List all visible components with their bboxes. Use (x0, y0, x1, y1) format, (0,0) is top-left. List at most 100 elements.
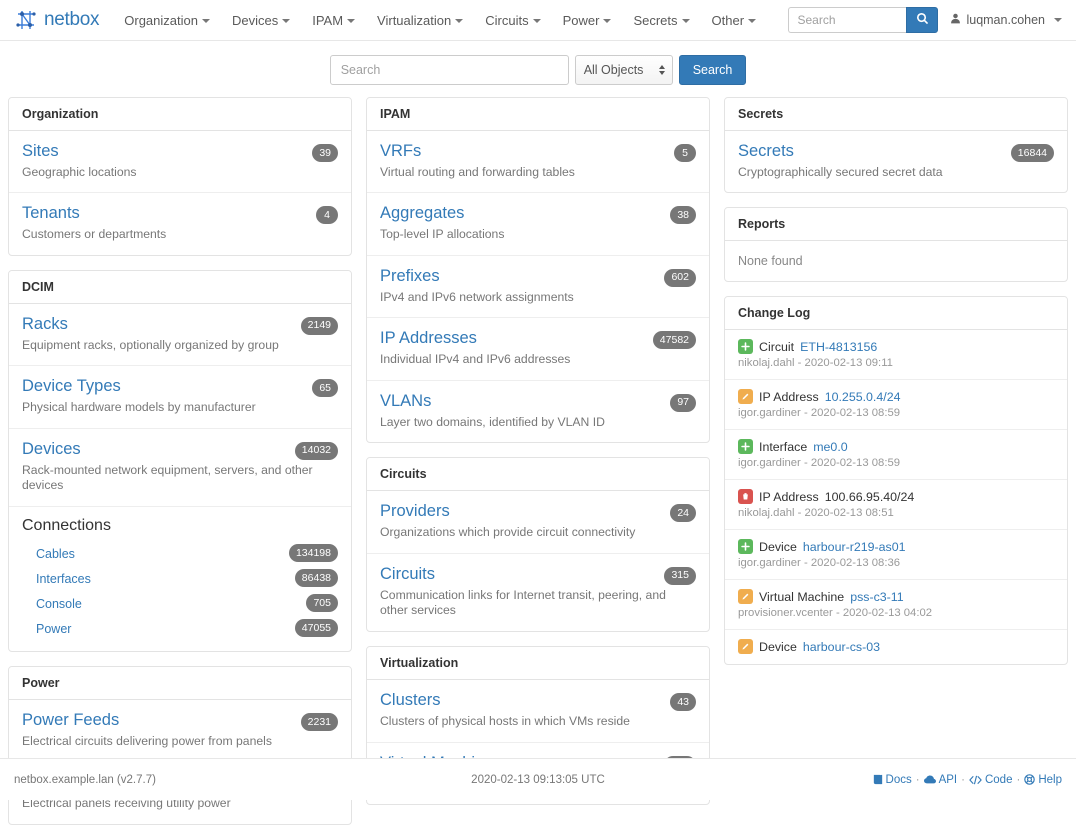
nav-item-circuits[interactable]: Circuits (474, 3, 551, 38)
list-item-circuits[interactable]: Circuits 315 Communication links for Int… (367, 554, 709, 631)
panel-power: Power Power Feeds 2231 Electrical circui… (8, 666, 352, 826)
brand-logo-link[interactable]: netbox (14, 8, 100, 32)
user-menu[interactable]: luqman.cohen (950, 13, 1066, 27)
footer-link-code[interactable]: Code (969, 774, 1012, 786)
link-interfaces[interactable]: Interfaces (36, 572, 91, 586)
footer-link-help[interactable]: Help (1024, 774, 1062, 786)
link-circuits[interactable]: Circuits (380, 564, 435, 585)
count-badge: 602 (664, 268, 696, 287)
list-item-racks[interactable]: Racks 2149 Equipment racks, optionally o… (9, 304, 351, 367)
list-item-power-feeds[interactable]: Power Feeds 2231 Electrical circuits del… (9, 700, 351, 763)
list-item-vrfs[interactable]: VRFs 5 Virtual routing and forwarding ta… (367, 131, 709, 194)
link-vrfs[interactable]: VRFs (380, 141, 421, 162)
change-log-entry[interactable]: Device harbour-cs-03 (725, 630, 1067, 664)
change-log-entry[interactable]: Circuit ETH-4813156 nikolaj.dahl - 2020-… (725, 330, 1067, 381)
plus-icon (738, 339, 753, 355)
list-item-cables[interactable]: Cables 134198 (22, 541, 338, 566)
change-log-object-link[interactable]: pss-c3-11 (850, 590, 903, 604)
change-log-object-link[interactable]: 10.255.0.4/24 (825, 390, 901, 404)
count-badge: 43 (670, 693, 696, 712)
change-log-object-link[interactable]: ETH-4813156 (800, 340, 877, 354)
change-log-meta: nikolaj.dahl - 2020-02-13 08:51 (738, 507, 894, 520)
link-secrets[interactable]: Secrets (738, 141, 794, 162)
item-description: Electrical circuits delivering power fro… (22, 733, 272, 748)
item-description: Customers or departments (22, 227, 167, 242)
plus-icon (738, 439, 753, 455)
panel-ipam: IPAM VRFs 5 Virtual routing and forwardi… (366, 97, 710, 444)
link-power-feeds[interactable]: Power Feeds (22, 710, 119, 731)
count-badge: 705 (306, 594, 338, 613)
link-console[interactable]: Console (36, 597, 82, 611)
nav-item-secrets[interactable]: Secrets (622, 3, 700, 38)
panel-reports: Reports None found (724, 207, 1068, 283)
change-log-list: Circuit ETH-4813156 nikolaj.dahl - 2020-… (725, 330, 1067, 664)
list-item-device-types[interactable]: Device Types 65 Physical hardware models… (9, 366, 351, 429)
list-item-devices[interactable]: Devices 14032 Rack-mounted network equip… (9, 429, 351, 508)
link-prefixes[interactable]: Prefixes (380, 266, 440, 287)
nav-item-ipam[interactable]: IPAM (301, 3, 366, 38)
change-log-entry[interactable]: Device harbour-r219-as01 igor.gardiner -… (725, 530, 1067, 581)
item-description: Top-level IP allocations (380, 227, 505, 242)
list-item-providers[interactable]: Providers 24 Organizations which provide… (367, 491, 709, 554)
link-clusters[interactable]: Clusters (380, 690, 441, 711)
nav-item-power[interactable]: Power (552, 3, 623, 38)
count-badge: 5 (674, 144, 696, 162)
footer-timestamp: 2020-02-13 09:13:05 UTC (471, 773, 605, 786)
chevron-down-icon (532, 19, 541, 24)
list-item-vlans[interactable]: VLANs 97 Layer two domains, identified b… (367, 381, 709, 442)
list-item-tenants[interactable]: Tenants 4 Customers or departments (9, 193, 351, 254)
change-log-object-link[interactable]: harbour-r219-as01 (803, 540, 906, 554)
list-item-ip-addresses[interactable]: IP Addresses 47582 Individual IPv4 and I… (367, 318, 709, 381)
change-log-object-link[interactable]: me0.0 (813, 440, 847, 454)
plus-icon (738, 539, 753, 555)
link-racks[interactable]: Racks (22, 314, 68, 335)
change-log-entry[interactable]: Interface me0.0 igor.gardiner - 2020-02-… (725, 430, 1067, 481)
link-vlans[interactable]: VLANs (380, 391, 431, 412)
life-ring-icon (1024, 774, 1036, 785)
link-cables[interactable]: Cables (36, 547, 75, 561)
link-aggregates[interactable]: Aggregates (380, 203, 464, 224)
object-type-value: All Objects (583, 63, 644, 77)
nav-item-virtualization[interactable]: Virtualization (366, 3, 474, 38)
count-badge: 2231 (300, 713, 338, 732)
list-item-interfaces[interactable]: Interfaces 86438 (22, 566, 338, 591)
list-item-sites[interactable]: Sites 39 Geographic locations (9, 131, 351, 194)
change-log-entry[interactable]: IP Address 100.66.95.40/24 nikolaj.dahl … (725, 480, 1067, 531)
nav-item-organization[interactable]: Organization (113, 3, 221, 38)
navbar-search-button[interactable] (906, 7, 939, 33)
link-sites[interactable]: Sites (22, 141, 59, 162)
footer-separator: · (1016, 773, 1021, 786)
link-device-types[interactable]: Device Types (22, 376, 121, 397)
link-providers[interactable]: Providers (380, 501, 450, 522)
netbox-logo-icon (14, 8, 38, 32)
list-item-power[interactable]: Power 47055 (22, 616, 338, 641)
change-log-meta: igor.gardiner - 2020-02-13 08:59 (738, 457, 901, 470)
nav-item-devices[interactable]: Devices (221, 3, 301, 38)
select-arrows-icon (658, 65, 665, 75)
list-item-aggregates[interactable]: Aggregates 38 Top-level IP allocations (367, 193, 709, 256)
navbar-search-input[interactable] (788, 7, 907, 33)
search-button[interactable]: Search (678, 55, 747, 85)
list-item-clusters[interactable]: Clusters 43 Clusters of physical hosts i… (367, 680, 709, 743)
link-power-connections[interactable]: Power (36, 622, 71, 636)
change-log-object-link[interactable]: harbour-cs-03 (803, 640, 880, 654)
footer-link-api[interactable]: API (923, 774, 957, 786)
link-tenants[interactable]: Tenants (22, 203, 80, 224)
link-ip-addresses[interactable]: IP Addresses (380, 328, 477, 349)
footer-link-docs[interactable]: Docs (873, 774, 912, 786)
panel-title-change-log: Change Log (725, 297, 1067, 331)
connections-block: Connections Cables 134198 Interfaces 864… (9, 507, 351, 651)
object-type-select[interactable]: All Objects (574, 55, 673, 85)
search-input[interactable] (329, 55, 569, 85)
item-description: Virtual routing and forwarding tables (380, 164, 575, 179)
list-item-prefixes[interactable]: Prefixes 602 IPv4 and IPv6 network assig… (367, 256, 709, 319)
nav-item-other[interactable]: Other (701, 3, 768, 38)
change-log-entry[interactable]: IP Address 10.255.0.4/24 igor.gardiner -… (725, 380, 1067, 431)
link-devices[interactable]: Devices (22, 439, 81, 460)
list-item-console[interactable]: Console 705 (22, 591, 338, 616)
change-log-entry[interactable]: Virtual Machine pss-c3-11 provisioner.vc… (725, 580, 1067, 631)
footer-links: Docs · API · Code · Help (713, 774, 1062, 786)
count-badge: 47582 (652, 331, 696, 350)
list-item-secrets[interactable]: Secrets 16844 Cryptographically secured … (725, 131, 1067, 192)
cloud-icon (923, 775, 936, 784)
